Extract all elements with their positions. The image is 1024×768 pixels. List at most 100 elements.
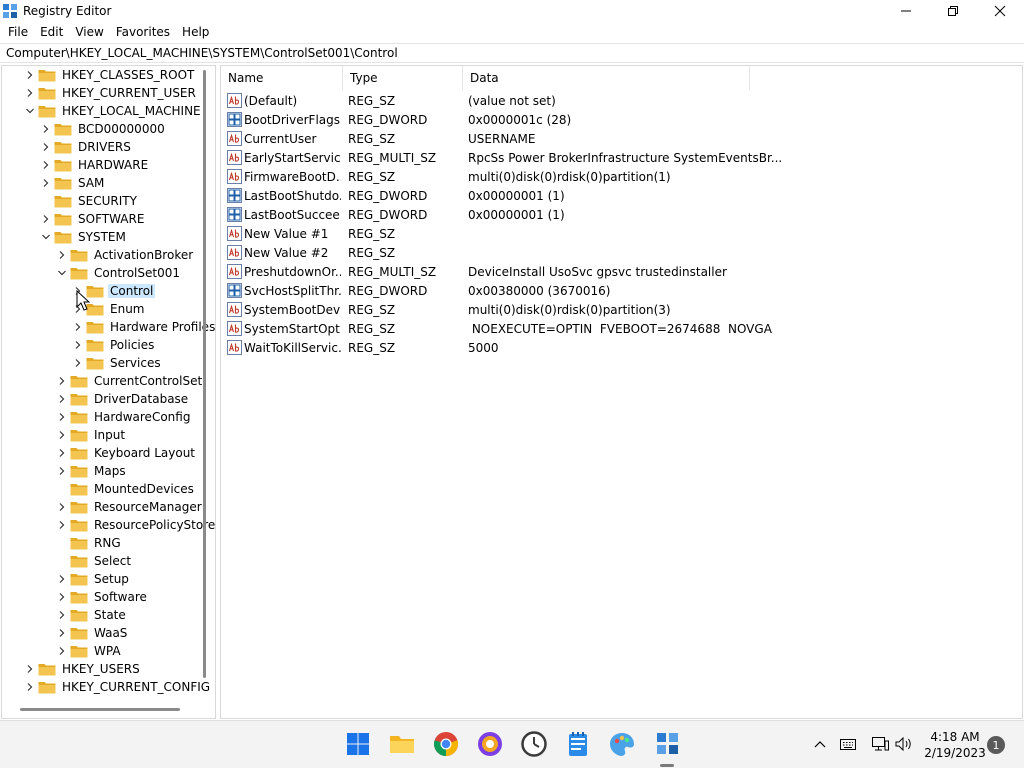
chevron-right-icon[interactable] <box>72 336 84 354</box>
value-row[interactable]: FirmwareBootD... REG_SZ multi(0)disk(0)rdi… <box>221 167 1021 186</box>
volume-tray-button[interactable] <box>894 735 914 753</box>
value-row[interactable]: LastBootShutdo... REG_DWORD 0x00000001 (1) <box>221 186 1021 205</box>
tree-item-bcd00000000[interactable]: BCD00000000 <box>40 120 167 138</box>
chevron-right-icon[interactable] <box>56 570 68 588</box>
show-hidden-icons-button[interactable] <box>812 735 828 753</box>
menu-file[interactable]: File <box>2 23 34 41</box>
chevron-down-icon[interactable] <box>24 102 36 120</box>
tree-item-wpa[interactable]: WPA <box>56 642 123 660</box>
key-tree[interactable]: HKEY_CLASSES_ROOT HKEY_CURRENT_USER HKEY_L… <box>1 65 216 719</box>
tree-item-setup[interactable]: Setup <box>56 570 131 588</box>
start-button[interactable] <box>345 731 371 757</box>
chevron-right-icon[interactable] <box>24 66 36 84</box>
tree-item-policies[interactable]: Policies <box>72 336 156 354</box>
browser-button[interactable] <box>477 731 503 757</box>
tree-item-sam[interactable]: SAM <box>40 174 106 192</box>
value-row[interactable]: SystemBootDevi... REG_SZ multi(0)disk(0)rd… <box>221 300 1021 319</box>
minimize-button[interactable] <box>883 0 929 22</box>
system-clock[interactable]: 4:18 AM 2/19/2023 <box>920 729 990 761</box>
tree-item-drivers[interactable]: DRIVERS <box>40 138 133 156</box>
chevron-down-icon[interactable] <box>56 264 68 282</box>
chevron-right-icon[interactable] <box>40 156 52 174</box>
tree-item-waas[interactable]: WaaS <box>56 624 129 642</box>
chevron-right-icon[interactable] <box>40 138 52 156</box>
tree-item-state[interactable]: State <box>56 606 128 624</box>
chevron-right-icon[interactable] <box>56 498 68 516</box>
notification-badge[interactable]: 1 <box>987 736 1005 754</box>
column-header-name[interactable]: Name <box>221 66 343 90</box>
tree-item-maps[interactable]: Maps <box>56 462 128 480</box>
chevron-right-icon[interactable] <box>72 318 84 336</box>
chevron-right-icon[interactable] <box>40 120 52 138</box>
tree-item-hardware-profiles[interactable]: Hardware Profiles <box>72 318 215 336</box>
chevron-right-icon[interactable] <box>40 210 52 228</box>
value-row[interactable]: CurrentUser REG_SZ USERNAME <box>221 129 1021 148</box>
tree-item-controlset001[interactable]: ControlSet001 <box>56 264 182 282</box>
tree-item-mounteddevices[interactable]: MountedDevices <box>56 480 196 498</box>
column-header-type[interactable]: Type <box>343 66 463 90</box>
chevron-down-icon[interactable] <box>40 228 52 246</box>
tree-item-system[interactable]: SYSTEM <box>40 228 128 246</box>
chrome-button[interactable] <box>433 731 459 757</box>
tree-item-input[interactable]: Input <box>56 426 127 444</box>
value-row[interactable]: BootDriverFlags REG_DWORD 0x0000001c (28) <box>221 110 1021 129</box>
value-row[interactable]: New Value #1 REG_SZ <box>221 224 1021 243</box>
chevron-right-icon[interactable] <box>72 354 84 372</box>
value-row[interactable]: SystemStartOpti... REG_SZ NOEXECUTE=OPTIN… <box>221 319 1021 338</box>
value-row[interactable]: WaitToKillServic... REG_SZ 5000 <box>221 338 1021 357</box>
chevron-right-icon[interactable] <box>24 678 36 696</box>
tree-item-services[interactable]: Services <box>72 354 163 372</box>
menu-edit[interactable]: Edit <box>34 23 69 41</box>
maximize-button[interactable] <box>930 0 976 22</box>
close-button[interactable] <box>977 0 1023 22</box>
value-row[interactable]: PreshutdownOr... REG_MULTI_SZ DeviceInstal… <box>221 262 1021 281</box>
menu-favorites[interactable]: Favorites <box>110 23 176 41</box>
menu-view[interactable]: View <box>69 23 109 41</box>
tree-item-software[interactable]: SOFTWARE <box>40 210 146 228</box>
notepad-button[interactable] <box>565 731 591 757</box>
address-bar[interactable]: Computer\HKEY_LOCAL_MACHINE\SYSTEM\Contr… <box>0 43 1024 63</box>
clock-app-button[interactable] <box>521 731 547 757</box>
chevron-right-icon[interactable] <box>56 516 68 534</box>
menu-help[interactable]: Help <box>176 23 215 41</box>
tree-item-hkey-current-user[interactable]: HKEY_CURRENT_USER <box>24 84 198 102</box>
tree-item-activationbroker[interactable]: ActivationBroker <box>56 246 195 264</box>
paint-button[interactable] <box>609 731 635 757</box>
chevron-right-icon[interactable] <box>56 624 68 642</box>
tree-item-rng[interactable]: RNG <box>56 534 123 552</box>
tree-item-hardwareconfig[interactable]: HardwareConfig <box>56 408 192 426</box>
tree-item-driverdatabase[interactable]: DriverDatabase <box>56 390 190 408</box>
tree-item-hkey-current-config[interactable]: HKEY_CURRENT_CONFIG <box>24 678 212 696</box>
value-row[interactable]: EarlyStartServices REG_MULTI_SZ RpcSs Powe… <box>221 148 1021 167</box>
chevron-right-icon[interactable] <box>56 588 68 606</box>
tree-horizontal-scrollbar[interactable] <box>20 708 180 711</box>
tree-item-keyboard-layout[interactable]: Keyboard Layout <box>56 444 197 462</box>
tree-item-hkey-classes-root[interactable]: HKEY_CLASSES_ROOT <box>24 66 196 84</box>
tree-item-hkey-users[interactable]: HKEY_USERS <box>24 660 142 678</box>
tree-item-software[interactable]: Software <box>56 588 149 606</box>
chevron-right-icon[interactable] <box>56 444 68 462</box>
value-row[interactable]: SvcHostSplitThr... REG_DWORD 0x00380000 (3… <box>221 281 1021 300</box>
chevron-right-icon[interactable] <box>24 660 36 678</box>
chevron-right-icon[interactable] <box>56 426 68 444</box>
tree-vertical-scrollbar[interactable] <box>203 70 206 678</box>
tree-item-resourcepolicystore[interactable]: ResourcePolicyStore <box>56 516 215 534</box>
tree-item-security[interactable]: SECURITY <box>40 192 139 210</box>
chevron-right-icon[interactable] <box>56 408 68 426</box>
tree-item-select[interactable]: Select <box>56 552 133 570</box>
chevron-right-icon[interactable] <box>56 642 68 660</box>
tree-item-resourcemanager[interactable]: ResourceManager <box>56 498 204 516</box>
network-tray-button[interactable] <box>870 735 890 753</box>
chevron-right-icon[interactable] <box>56 246 68 264</box>
value-row[interactable]: (Default) REG_SZ (value not set) <box>221 91 1021 110</box>
keyboard-tray-button[interactable] <box>838 735 858 753</box>
title-bar[interactable]: Registry Editor <box>0 0 1024 22</box>
regedit-button[interactable] <box>655 731 681 757</box>
chevron-right-icon[interactable] <box>40 174 52 192</box>
chevron-right-icon[interactable] <box>56 462 68 480</box>
value-row[interactable]: New Value #2 REG_SZ <box>221 243 1021 262</box>
values-list[interactable]: Name Type Data (Default) REG_SZ (value not… <box>220 65 1023 719</box>
chevron-right-icon[interactable] <box>56 372 68 390</box>
column-header-data[interactable]: Data <box>463 66 750 90</box>
tree-item-hardware[interactable]: HARDWARE <box>40 156 150 174</box>
